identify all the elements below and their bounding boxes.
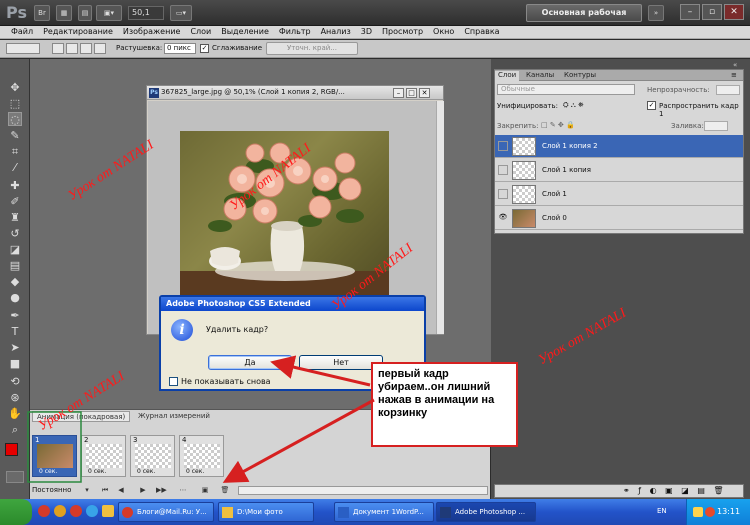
taskbar-item-label: Блоги@Mail.Ru: У...	[137, 508, 207, 516]
browser-icon[interactable]	[70, 505, 82, 517]
tray-icon[interactable]	[693, 507, 703, 517]
mail-icon[interactable]	[54, 505, 66, 517]
folder-icon[interactable]	[102, 505, 114, 517]
tray-icon[interactable]	[705, 507, 715, 517]
taskbar-item[interactable]: D:\Мои фото	[218, 502, 314, 522]
language-indicator[interactable]: EN	[657, 507, 667, 515]
start-button[interactable]	[0, 499, 32, 525]
taskbar-item[interactable]: Документ 1WordP...	[334, 502, 434, 522]
clock: 13:11	[717, 507, 741, 516]
arrow-to-yes	[270, 355, 371, 387]
opera-icon[interactable]	[38, 505, 50, 517]
arrow-to-trash	[222, 398, 375, 483]
annotation-arrows	[27, 355, 375, 483]
opera-icon	[122, 507, 133, 518]
taskbar-item[interactable]: Блоги@Mail.Ru: У...	[118, 502, 214, 522]
windows-taskbar: Блоги@Mail.Ru: У... D:\Мои фото Документ…	[0, 499, 750, 525]
taskbar-item[interactable]: Adobe Photoshop ...	[436, 502, 536, 522]
word-icon	[338, 507, 349, 518]
taskbar-item-label: Adobe Photoshop ...	[455, 508, 526, 516]
photoshop-icon	[440, 507, 451, 518]
folder-icon	[222, 507, 233, 518]
taskbar-item-label: Документ 1WordP...	[353, 508, 424, 516]
ie-icon[interactable]	[86, 505, 98, 517]
taskbar-item-label: D:\Мои фото	[237, 508, 283, 516]
